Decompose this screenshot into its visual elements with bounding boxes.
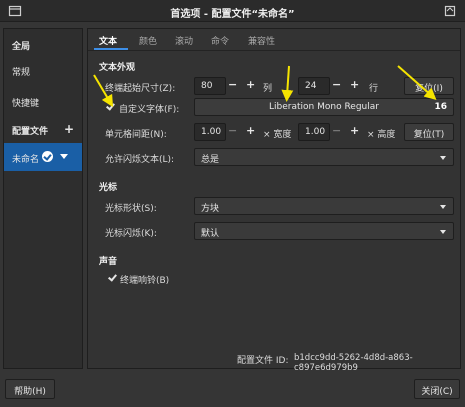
- title-bar: 首选项 - 配置文件“未命名”: [0, 0, 465, 22]
- blink-text-value: 总是: [201, 155, 220, 165]
- tab-text[interactable]: 文本: [99, 34, 117, 47]
- cell-height-decrement-button[interactable]: −: [332, 124, 341, 137]
- columns-input[interactable]: 80: [194, 77, 226, 95]
- profile-id-label: 配置文件 ID:: [237, 356, 289, 366]
- columns-increment-button[interactable]: +: [246, 78, 255, 91]
- sidebar-item-label: 配置文件: [12, 127, 49, 137]
- terminal-bell-checkbox[interactable]: [107, 273, 117, 283]
- section-cursor: 光标: [99, 183, 118, 193]
- sidebar-item-profiles: 配置文件 +: [4, 116, 82, 142]
- terminal-bell-label[interactable]: 终端响铃(B): [120, 273, 169, 286]
- initial-size-label: 终端起始尺寸(Z):: [105, 84, 176, 94]
- chevron-down-icon: [440, 156, 446, 160]
- columns-unit: 列: [263, 84, 273, 94]
- font-size: 16: [434, 102, 447, 112]
- cell-height-input[interactable]: 1.00: [298, 123, 330, 141]
- sidebar-item-shortcuts[interactable]: 快捷键: [4, 88, 82, 114]
- rows-input[interactable]: 24: [298, 77, 330, 95]
- tab-scrolling[interactable]: 滚动: [175, 34, 193, 47]
- sidebar-item-label: 未命名: [12, 155, 40, 165]
- default-profile-check-icon: [42, 151, 53, 162]
- section-sound: 声音: [99, 257, 118, 267]
- reset-size-button[interactable]: 复位(I): [404, 77, 454, 95]
- sidebar: 全局 常规 快捷键 配置文件 + 未命名: [3, 28, 83, 369]
- rows-unit: 行: [369, 84, 379, 94]
- cell-width-value: 1.00: [201, 127, 222, 137]
- rows-decrement-button[interactable]: −: [332, 78, 341, 91]
- font-chooser-button[interactable]: Liberation Mono Regular 16: [194, 98, 454, 116]
- chevron-down-icon: [440, 205, 446, 209]
- sidebar-item-label: 常规: [12, 68, 31, 78]
- reset-spacing-button[interactable]: 复位(T): [404, 123, 454, 141]
- active-tab-indicator: [94, 48, 128, 50]
- blink-text-label: 允许闪烁文本(L):: [105, 155, 175, 165]
- tab-bar: 文本 颜色 滚动 命令 兼容性: [88, 29, 460, 51]
- tab-compatibility[interactable]: 兼容性: [248, 34, 275, 47]
- help-label: 帮助(H): [14, 387, 46, 397]
- cell-width-unit: × 宽度: [263, 130, 292, 140]
- cursor-shape-dropdown[interactable]: 方块: [194, 197, 454, 215]
- cursor-shape-label: 光标形状(S):: [105, 204, 157, 214]
- sidebar-item-profile-unnamed[interactable]: 未命名: [4, 143, 82, 171]
- rows-value: 24: [305, 81, 317, 91]
- sidebar-item-label: 快捷键: [12, 99, 40, 109]
- tab-command[interactable]: 命令: [211, 34, 229, 47]
- sidebar-item-label: 全局: [12, 42, 31, 52]
- columns-value: 80: [201, 81, 213, 91]
- cell-width-increment-button[interactable]: +: [246, 124, 255, 137]
- reset-spacing-label: 复位(T): [413, 130, 445, 140]
- cursor-shape-value: 方块: [201, 204, 220, 214]
- cell-height-value: 1.00: [305, 127, 326, 137]
- custom-font-label[interactable]: 自定义字体(F):: [119, 102, 179, 115]
- cursor-blink-value: 默认: [201, 229, 220, 239]
- cell-spacing-label: 单元格间距(N):: [105, 130, 167, 140]
- section-text-appearance: 文本外观: [99, 63, 136, 73]
- font-name: Liberation Mono Regular: [269, 102, 379, 112]
- sidebar-item-general[interactable]: 常规: [4, 57, 82, 83]
- cell-height-increment-button[interactable]: +: [350, 124, 359, 137]
- chevron-down-icon: [440, 230, 446, 234]
- add-profile-button[interactable]: +: [64, 122, 74, 136]
- window-title: 首选项 - 配置文件“未命名”: [170, 9, 295, 20]
- columns-decrement-button[interactable]: −: [228, 78, 237, 91]
- help-button[interactable]: 帮助(H): [5, 379, 55, 399]
- cursor-blink-dropdown[interactable]: 默认: [194, 222, 454, 240]
- profile-menu-dropdown-icon[interactable]: [60, 154, 68, 159]
- custom-font-checkbox[interactable]: [105, 102, 115, 112]
- close-label: 关闭(C): [421, 387, 453, 397]
- cursor-blink-label: 光标闪烁(K):: [105, 229, 157, 239]
- sidebar-item-global[interactable]: 全局: [4, 31, 82, 57]
- close-button[interactable]: 关闭(C): [414, 379, 460, 399]
- window-maximize-icon[interactable]: [443, 4, 457, 18]
- rows-increment-button[interactable]: +: [350, 78, 359, 91]
- cell-height-unit: × 高度: [367, 130, 396, 140]
- cell-width-decrement-button[interactable]: −: [228, 124, 237, 137]
- cell-width-input[interactable]: 1.00: [194, 123, 226, 141]
- profile-id-value: b1dcc9dd-5262-4d8d-a863-c897e6d979b9: [294, 353, 413, 373]
- blink-text-dropdown[interactable]: 总是: [194, 148, 454, 166]
- profile-settings-panel: 文本 颜色 滚动 命令 兼容性 文本外观 终端起始尺寸(Z): 80 − + 列…: [87, 28, 461, 373]
- reset-size-label: 复位(I): [415, 84, 443, 94]
- tab-colors[interactable]: 颜色: [139, 34, 157, 47]
